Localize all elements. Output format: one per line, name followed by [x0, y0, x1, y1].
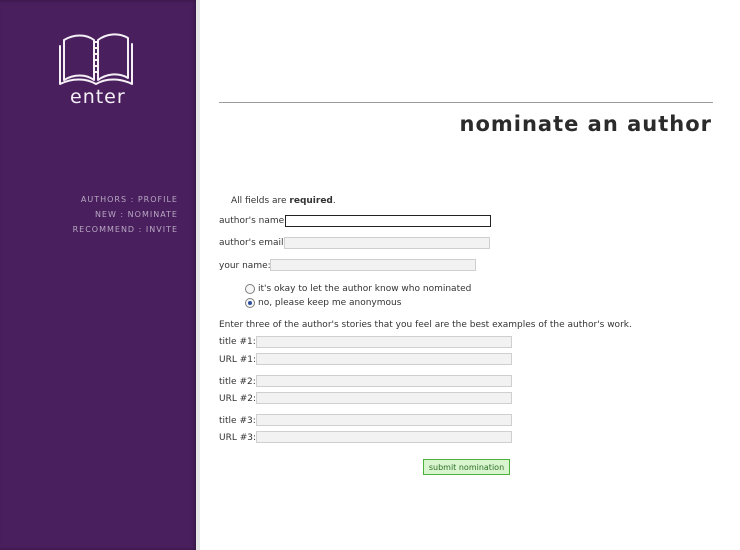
url2-input[interactable] [256, 392, 512, 404]
sidebar: enter AUTHORS : PROFILE NEW : NOMINATE R… [0, 0, 200, 550]
radio-anonymous-label[interactable]: no, please keep me anonymous [258, 298, 401, 308]
stories-intro: Enter three of the author's stories that… [219, 320, 632, 330]
sidebar-item-authors-profile[interactable]: AUTHORS : PROFILE [8, 192, 178, 207]
title1-input[interactable] [256, 336, 512, 348]
submit-nomination-button[interactable]: submit nomination [423, 459, 510, 475]
author-email-input[interactable] [284, 237, 490, 249]
radio-anonymous-row[interactable]: no, please keep me anonymous [245, 298, 401, 308]
page-title: nominate an author [459, 112, 712, 136]
author-name-input[interactable] [285, 215, 491, 227]
radio-anonymous[interactable] [245, 298, 255, 308]
radio-ok-row[interactable]: it's okay to let the author know who nom… [245, 284, 471, 294]
your-name-label: your name: [219, 261, 271, 271]
radio-ok-label[interactable]: it's okay to let the author know who nom… [258, 284, 471, 294]
logo-text[interactable]: enter [70, 86, 130, 108]
title2-label: title #2: [219, 377, 256, 387]
required-prefix: All fields are [231, 196, 290, 206]
sidebar-nav: AUTHORS : PROFILE NEW : NOMINATE RECOMME… [8, 192, 178, 237]
required-word: required [289, 196, 333, 206]
url2-label: URL #2: [219, 394, 257, 404]
title3-label: title #3: [219, 416, 256, 426]
sidebar-edge [196, 0, 200, 550]
author-name-label: author's name: [219, 216, 288, 226]
required-note: All fields are required. [231, 196, 336, 206]
required-suffix: . [332, 196, 336, 206]
your-name-input[interactable] [270, 259, 476, 271]
title3-input[interactable] [256, 414, 512, 426]
title1-label: title #1: [219, 337, 256, 347]
url3-input[interactable] [256, 431, 512, 443]
radio-ok[interactable] [245, 284, 255, 294]
url1-input[interactable] [256, 353, 512, 365]
open-book-icon[interactable] [56, 30, 136, 88]
author-email-label: author's email: [219, 238, 287, 248]
title2-input[interactable] [256, 375, 512, 387]
url3-label: URL #3: [219, 433, 257, 443]
url1-label: URL #1: [219, 355, 257, 365]
header-divider [219, 102, 713, 103]
sidebar-item-recommend-invite[interactable]: RECOMMEND : INVITE [8, 222, 178, 237]
sidebar-item-new-nominate[interactable]: NEW : NOMINATE [8, 207, 178, 222]
